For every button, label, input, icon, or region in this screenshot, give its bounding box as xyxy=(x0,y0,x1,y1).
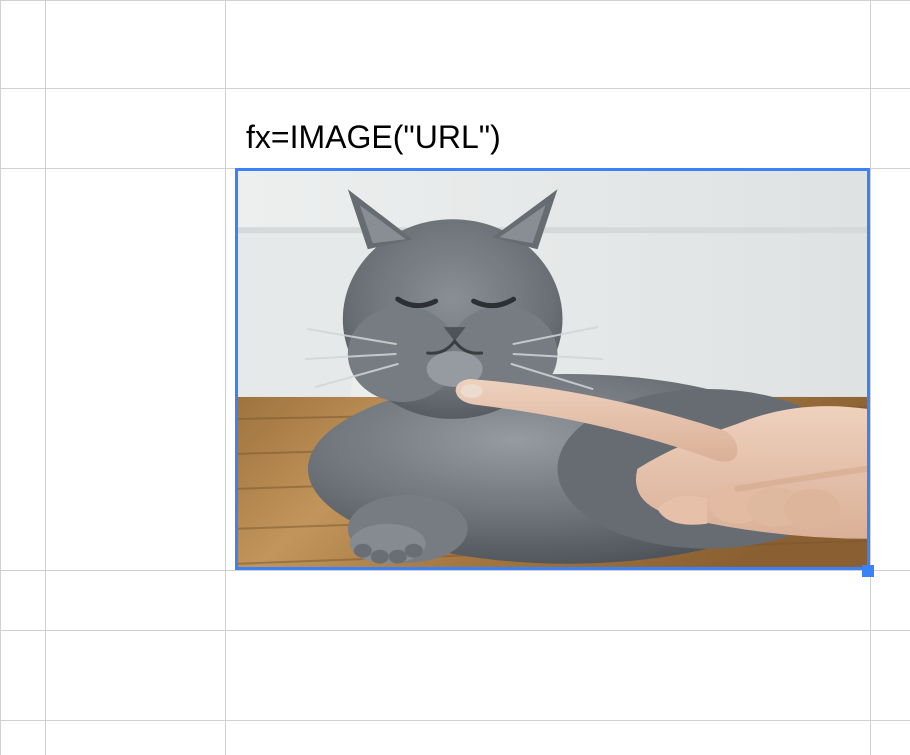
selection-handle[interactable] xyxy=(862,565,874,577)
selected-image-cell[interactable] xyxy=(235,168,870,570)
grid-line xyxy=(225,0,226,755)
spreadsheet-grid[interactable]: fx=IMAGE("URL") xyxy=(0,0,910,755)
grid-line xyxy=(0,0,1,755)
cell-image xyxy=(238,171,867,567)
formula-text: fx=IMAGE("URL") xyxy=(246,119,501,156)
grid-line xyxy=(0,720,910,721)
cat-image-svg xyxy=(238,171,867,567)
grid-line xyxy=(0,88,910,89)
formula-cell[interactable]: fx=IMAGE("URL") xyxy=(240,108,870,166)
grid-line xyxy=(0,570,910,571)
grid-line xyxy=(0,0,910,1)
grid-line xyxy=(45,0,46,755)
grid-line xyxy=(0,630,910,631)
grid-line xyxy=(870,0,871,755)
